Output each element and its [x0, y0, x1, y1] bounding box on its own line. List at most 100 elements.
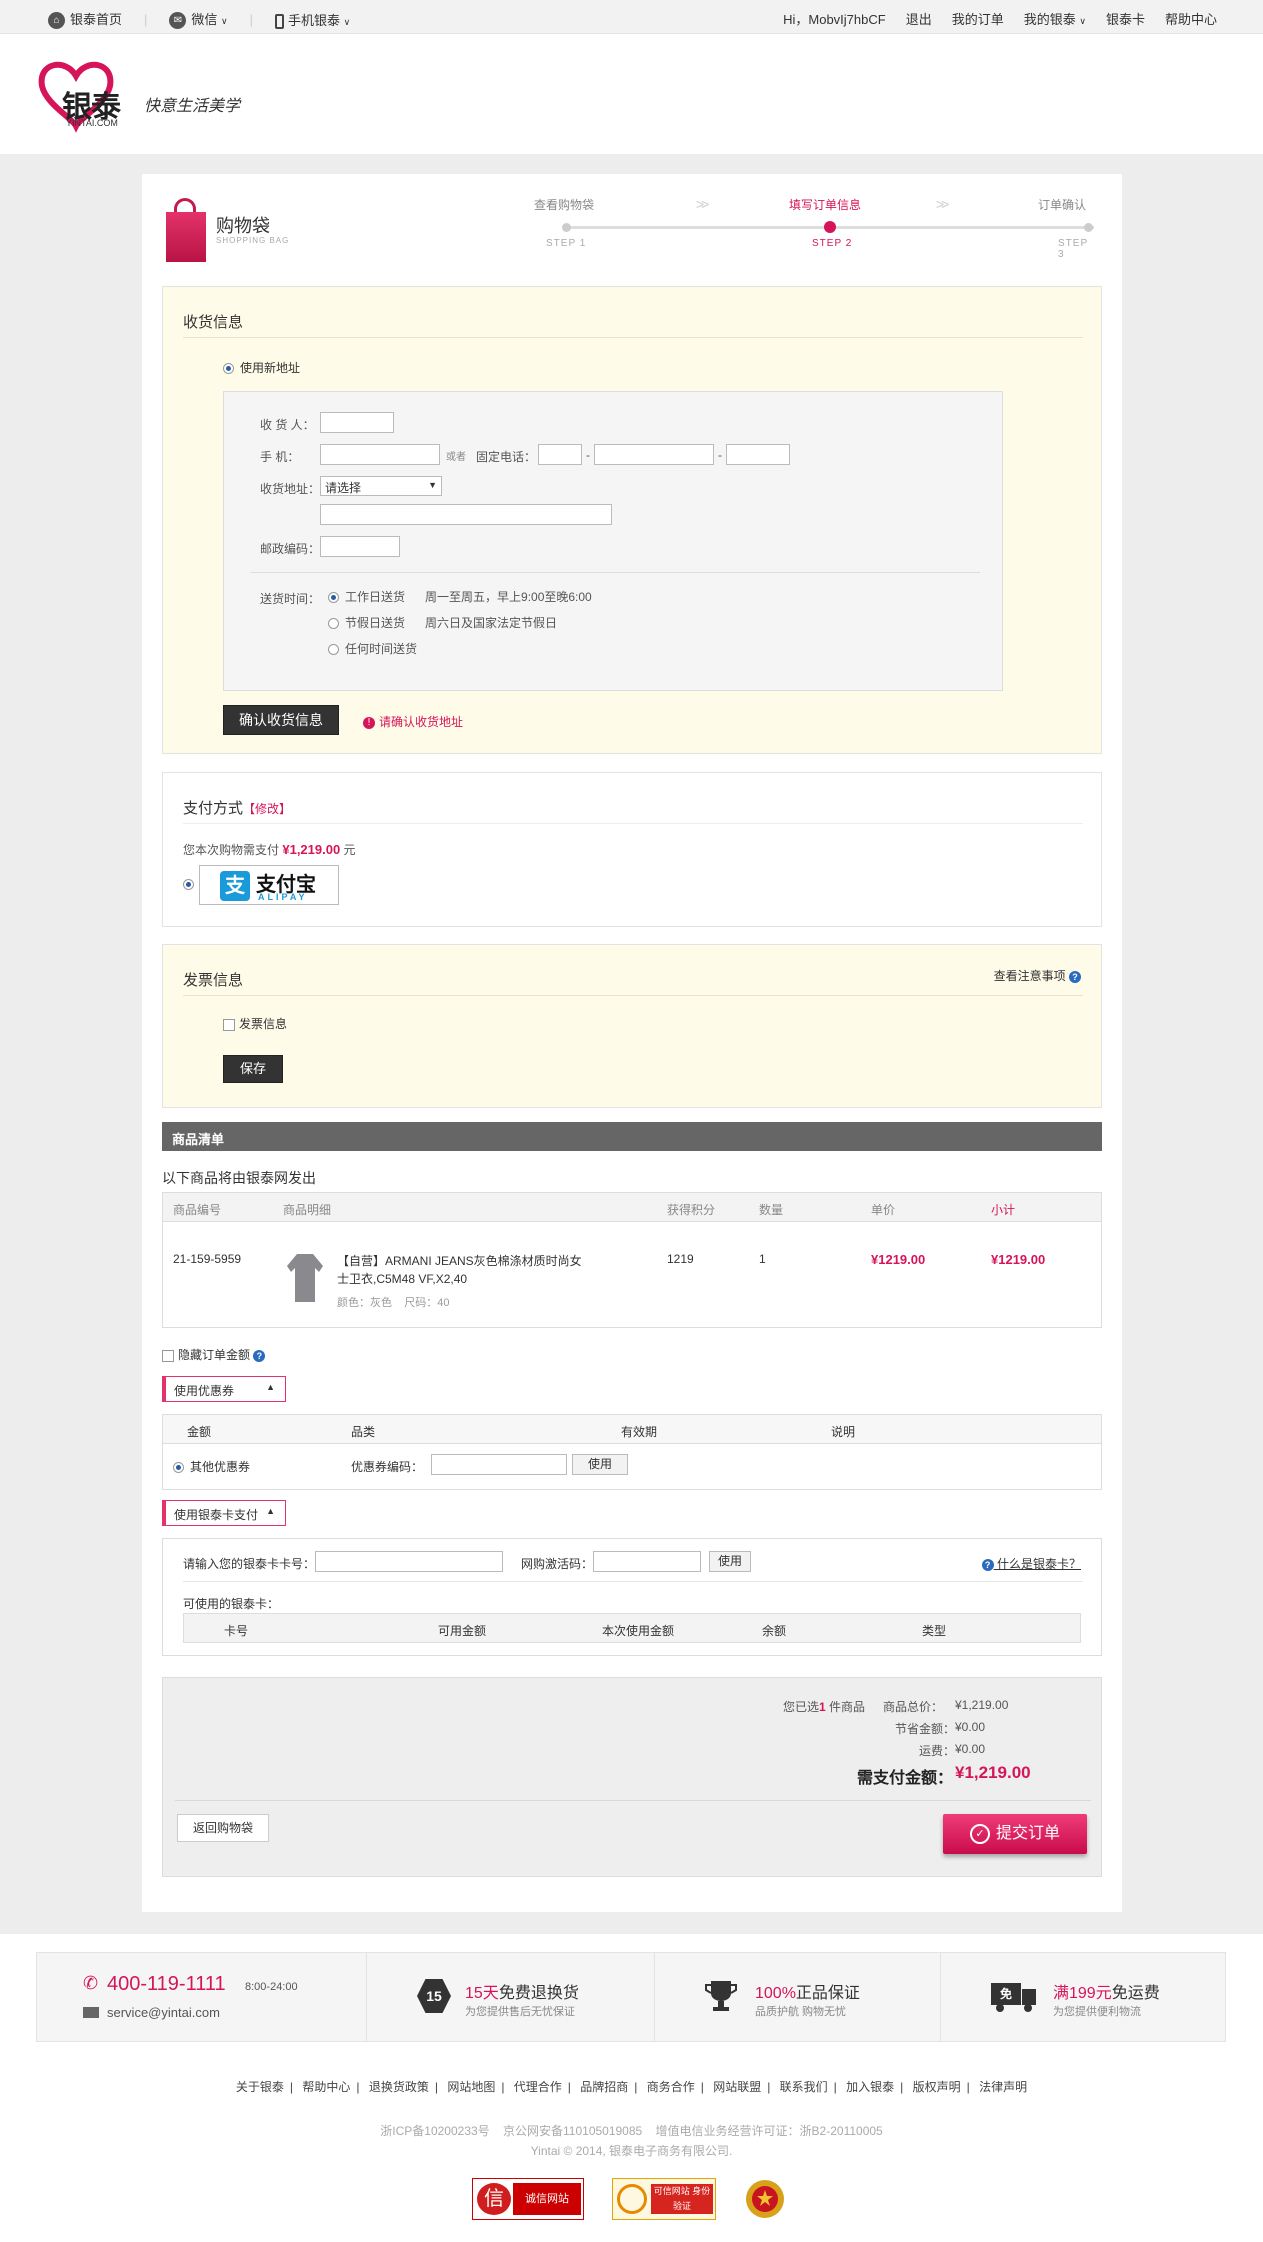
address-form: 收 货 人： 手 机： 或者 固定电话： - - 收货地址： 请选择 ▼ 邮政编码…: [223, 391, 1003, 691]
checkbox[interactable]: [223, 1018, 235, 1031]
footer-links: 关于银泰 | 帮助中心 | 退换货政策 | 网站地图 | 代理合作 | 品牌招商 | 商务合…: [235, 2080, 1028, 2094]
footer-link-contact[interactable]: 联系我们: [780, 2080, 828, 2094]
trusted-site-badge[interactable]: 可信网站 身份验证: [612, 2178, 716, 2220]
card-use-button[interactable]: 使用: [709, 1551, 751, 1572]
credit-site-badge[interactable]: 信 诚信网站: [472, 2178, 584, 2220]
card-link[interactable]: 银泰卡: [1106, 9, 1145, 28]
coupon-row: 其他优惠券 优惠券编码： 使用: [162, 1444, 1102, 1490]
wechat-icon: ✉: [169, 12, 187, 30]
submit-order-button[interactable]: ✓ 提交订单: [943, 1814, 1087, 1854]
footer-link-returns[interactable]: 退换货政策: [369, 2080, 429, 2094]
quantity: 1: [759, 1252, 766, 1266]
footer-link-legal[interactable]: 法律声明: [979, 2080, 1027, 2094]
yintai-logo[interactable]: 银泰 YINTAI.COM 快意生活美学: [36, 54, 266, 134]
step-1-dot: [562, 223, 571, 232]
footer-link-jobs[interactable]: 加入银泰: [846, 2080, 894, 2094]
what-is-card-link[interactable]: ? 什么是银泰卡？: [981, 1555, 1081, 1572]
delivery-option-weekday[interactable]: 工作日送货 周一至周五，早上9:00至晚6:00: [328, 588, 592, 605]
product-thumbnail[interactable]: [285, 1252, 325, 1304]
footer-link-copyright[interactable]: 版权声明: [913, 2080, 961, 2094]
promise-shipping: 免 满199元免运费 为您提供便利物流: [941, 1953, 1227, 2041]
radio-button[interactable]: [328, 592, 339, 604]
new-address-option[interactable]: 使用新地址: [223, 359, 300, 376]
yintai-card-toggle[interactable]: 使用银泰卡支付 ▲: [162, 1500, 286, 1526]
checkbox[interactable]: [162, 1349, 174, 1362]
footer-link-affiliate[interactable]: 网站联盟: [713, 2080, 761, 2094]
card-number-input[interactable]: [315, 1551, 503, 1572]
coupon-code-input[interactable]: [431, 1454, 567, 1475]
back-to-bag-button[interactable]: 返回购物袋: [177, 1814, 269, 1842]
chevron-down-icon: ∨: [1079, 16, 1086, 26]
logout-link[interactable]: 退出: [906, 9, 932, 28]
step-2-number: STEP 2: [812, 238, 853, 249]
warning-icon: !: [363, 716, 375, 729]
extension-input[interactable]: [726, 444, 790, 465]
delivery-option-holiday[interactable]: 节假日送货 周六日及国家法定节假日: [328, 614, 557, 631]
alipay-option[interactable]: 支 支付宝 ALIPAY: [199, 865, 339, 905]
radio-button[interactable]: [173, 1462, 184, 1474]
subtotal: ¥1219.00: [991, 1252, 1046, 1267]
recipient-input[interactable]: [320, 412, 394, 433]
my-yintai-menu[interactable]: 我的银泰 ∨: [1024, 9, 1086, 28]
footer-link-sitemap[interactable]: 网站地图: [447, 2080, 495, 2094]
order-panel: 购物袋 SHOPPING BAG >> >> 查看购物袋 STEP 1 填写订单…: [142, 174, 1122, 1912]
footer-link-brands[interactable]: 品牌招商: [580, 2080, 628, 2094]
hide-amount-checkbox[interactable]: 隐藏订单金额 ?: [162, 1346, 266, 1363]
shipping-section: 收货信息 使用新地址 收 货 人： 手 机： 或者 固定电话： - - 收货地址…: [162, 286, 1102, 754]
police-emblem-icon[interactable]: [744, 2178, 786, 2220]
unit-price: ¥1219.00: [871, 1252, 926, 1267]
footer-link-agency[interactable]: 代理合作: [514, 2080, 562, 2094]
footer-link-help[interactable]: 帮助中心: [302, 2080, 350, 2094]
invoice-section: 发票信息 查看注意事项 ? 发票信息 保存: [162, 944, 1102, 1108]
footer-link-business[interactable]: 商务合作: [647, 2080, 695, 2094]
service-email[interactable]: service@yintai.com: [107, 2005, 220, 2020]
dropdown-arrow-icon: ▼: [428, 480, 437, 490]
payment-section: 支付方式【修改】 您本次购物需支付 ¥1,219.00 元 支 支付宝 ALIP…: [162, 772, 1102, 927]
radio-button[interactable]: [328, 618, 339, 630]
shipping-title: 收货信息: [183, 314, 244, 331]
region-select[interactable]: 请选择 ▼: [320, 476, 442, 496]
delivery-option-anytime[interactable]: 任何时间送货: [328, 640, 417, 657]
card-password-input[interactable]: [593, 1551, 701, 1572]
mobile-link[interactable]: 手机银泰 ∨: [275, 10, 350, 29]
radio-button[interactable]: [328, 644, 339, 656]
step-2-dot: [824, 221, 836, 233]
step-2-label: 填写订单信息: [789, 198, 862, 212]
phone-number-input[interactable]: [594, 444, 714, 465]
step-1-label: 查看购物袋: [534, 198, 595, 212]
modify-payment-link[interactable]: 【修改】: [243, 802, 291, 816]
confirm-address-button[interactable]: 确认收货信息: [223, 705, 339, 735]
goods-table-header: 商品编号 商品明细 获得积分 数量 单价 小计: [162, 1192, 1102, 1222]
hotline: 400-119-1111: [107, 1973, 226, 1995]
help-link[interactable]: 帮助中心: [1165, 9, 1217, 28]
goods-list-bar: 商品清单: [162, 1122, 1102, 1151]
help-icon: ?: [981, 1558, 994, 1571]
area-code-input[interactable]: [538, 444, 582, 465]
invoice-checkbox[interactable]: 发票信息: [223, 1015, 287, 1032]
contact-cell: ✆ 400-119-1111 8:00-24:00 service@yintai…: [37, 1953, 367, 2041]
coupon-toggle[interactable]: 使用优惠券 ▲: [162, 1376, 286, 1402]
invoice-notes-link[interactable]: 查看注意事项 ?: [994, 967, 1081, 984]
step-3-label: 订单确认: [1038, 198, 1087, 212]
my-orders-link[interactable]: 我的订单: [952, 9, 1004, 28]
copyright: Yintai © 2014, 银泰电子商务有限公司.: [530, 2144, 733, 2158]
bag-subtitle: SHOPPING BAG: [216, 236, 290, 245]
points: 1219: [667, 1252, 694, 1266]
home-link[interactable]: ⌂ 银泰首页: [48, 9, 122, 30]
alipay-radio[interactable]: [183, 879, 194, 890]
total-price: ¥1,219.00: [955, 1698, 1009, 1712]
invoice-save-button[interactable]: 保存: [223, 1055, 283, 1083]
wechat-link[interactable]: ✉ 微信 ∨: [169, 9, 228, 30]
product-name-link[interactable]: 【自营】ARMANI JEANS灰色棉涤材质时尚女士卫衣,C5M48 VF,X2…: [337, 1252, 587, 1288]
mobile-input[interactable]: [320, 444, 440, 465]
zip-code-input[interactable]: [320, 536, 400, 557]
coupon-table-header: 金额 品类 有效期 说明: [162, 1414, 1102, 1444]
table-row: 21-159-5959 【自营】ARMANI JEANS灰色棉涤材质时尚女士卫衣…: [162, 1222, 1102, 1328]
street-address-input[interactable]: [320, 504, 612, 525]
footer-link-about[interactable]: 关于银泰: [236, 2080, 284, 2094]
payment-amount: 您本次购物需支付 ¥1,219.00 元: [183, 842, 356, 857]
radio-button[interactable]: [223, 363, 234, 375]
coupon-use-button[interactable]: 使用: [572, 1454, 628, 1475]
chevron-down-icon: ∨: [343, 16, 351, 27]
other-coupon-option[interactable]: 其他优惠券: [173, 1458, 250, 1475]
